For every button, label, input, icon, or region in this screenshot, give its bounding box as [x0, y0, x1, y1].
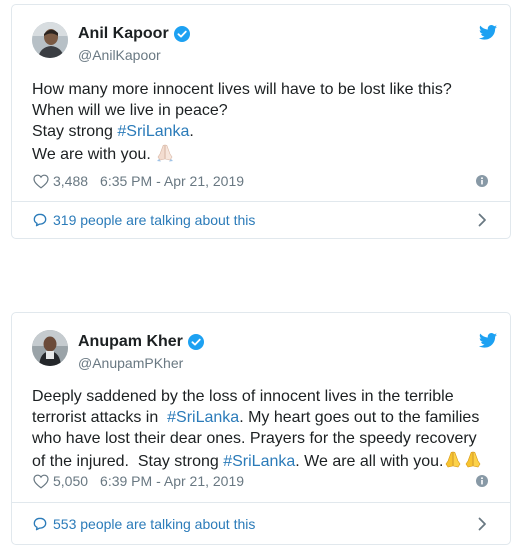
tweet-card: Anupam Kher @AnupamPKher Deeply saddened…: [11, 312, 511, 545]
conversation-link[interactable]: 553 people are talking about this: [12, 503, 510, 544]
speech-bubble-icon: [33, 213, 47, 227]
talking-count-text: 553 people are talking about this: [53, 515, 256, 532]
hashtag-link[interactable]: #SriLanka: [117, 123, 189, 140]
author-handle[interactable]: @AnilKapoor: [78, 47, 161, 63]
tweet-text-line: Stay strong #SriLanka.: [32, 123, 194, 140]
tweet-text-line: who have lost their dear ones. Prayers f…: [32, 430, 477, 447]
heart-icon[interactable]: [33, 474, 49, 489]
chevron-right-icon: [478, 213, 487, 227]
author-name[interactable]: Anil Kapoor: [78, 25, 169, 43]
twitter-bird-icon[interactable]: [479, 333, 497, 353]
tweet-text-line: When will we live in peace?: [32, 102, 228, 119]
tweet-text-line: of the injured. Stay strong #SriLanka. W…: [32, 449, 492, 475]
folded-hands-emoji: [443, 449, 463, 475]
author-handle[interactable]: @AnupamPKher: [78, 355, 183, 371]
tweet-timestamp[interactable]: 6:39 PM - Apr 21, 2019: [100, 473, 244, 489]
tweet-text: How many more innocent lives will have t…: [32, 79, 492, 168]
folded-hands-emoji: [155, 142, 175, 168]
tweet-text: Deeply saddened by the loss of innocent …: [32, 386, 492, 475]
hashtag-link[interactable]: #SriLanka: [167, 409, 239, 426]
info-icon[interactable]: [476, 175, 488, 187]
folded-hands-emoji: [463, 449, 483, 475]
like-count[interactable]: 5,050: [53, 473, 88, 489]
tweet-text-line: We are with you.: [32, 142, 492, 168]
conversation-link[interactable]: 319 people are talking about this: [12, 202, 510, 238]
tweet-meta: 3,488 6:35 PM - Apr 21, 2019: [33, 173, 488, 189]
tweet-text-line: How many more innocent lives will have t…: [32, 81, 452, 98]
tweet-text-line: Deeply saddened by the loss of innocent …: [32, 388, 454, 405]
verified-icon: [187, 334, 204, 350]
avatar[interactable]: [32, 22, 68, 58]
talking-count-text: 319 people are talking about this: [53, 212, 256, 228]
tweet-header: Anil Kapoor @AnilKapoor: [12, 5, 510, 65]
speech-bubble-icon: [33, 517, 47, 531]
avatar[interactable]: [32, 330, 68, 366]
chevron-right-icon: [478, 517, 487, 531]
heart-icon[interactable]: [33, 174, 49, 189]
tweet-timestamp[interactable]: 6:35 PM - Apr 21, 2019: [100, 173, 244, 189]
like-count[interactable]: 3,488: [53, 173, 88, 189]
hashtag-link[interactable]: #SriLanka: [223, 453, 295, 470]
tweet-text-line: terrorist attacks in #SriLanka. My heart…: [32, 409, 480, 426]
twitter-bird-icon[interactable]: [479, 25, 497, 45]
tweet-meta: 5,050 6:39 PM - Apr 21, 2019: [33, 473, 488, 489]
author-name[interactable]: Anupam Kher: [78, 333, 183, 351]
tweet-header: Anupam Kher @AnupamPKher: [12, 313, 510, 373]
info-icon[interactable]: [476, 475, 488, 487]
verified-icon: [173, 26, 190, 42]
tweet-card: Anil Kapoor @AnilKapoor How many more in…: [11, 4, 511, 239]
